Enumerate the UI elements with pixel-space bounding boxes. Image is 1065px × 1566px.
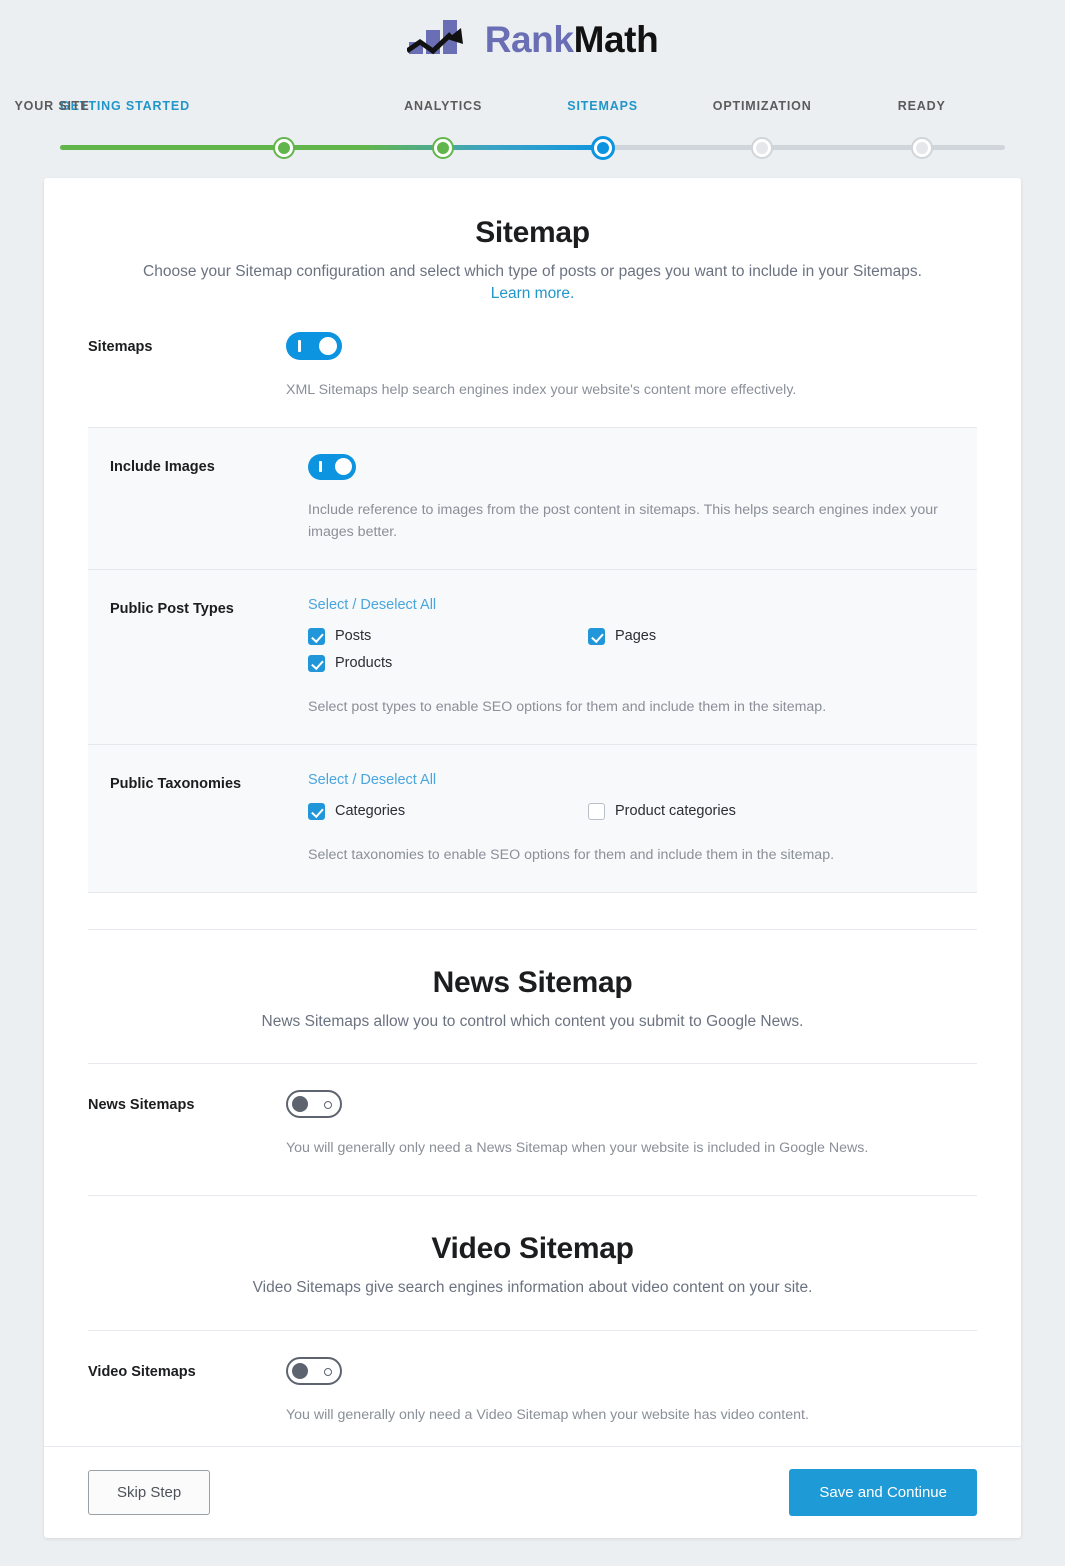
- sitemap-subtitle: Choose your Sitemap configuration and se…: [134, 261, 931, 306]
- section-divider-video: [88, 1195, 977, 1197]
- sitemaps-toggle[interactable]: [286, 331, 342, 360]
- checkbox-posts[interactable]: [308, 627, 325, 645]
- sitemap-section-header: Sitemap Choose your Sitemap configuratio…: [44, 216, 1021, 306]
- news-sitemaps-toggle[interactable]: [286, 1090, 342, 1119]
- sitemaps-description: XML Sitemaps help search engines index y…: [286, 381, 797, 398]
- news-row-divider: [88, 1063, 977, 1065]
- app-header: RankMath: [0, 0, 1065, 70]
- news-sitemaps-row: News Sitemaps You will generally only ne…: [44, 1090, 1021, 1159]
- setup-card: Sitemap Choose your Sitemap configuratio…: [44, 178, 1021, 1538]
- setup-card-body: Sitemap Choose your Sitemap configuratio…: [44, 178, 1021, 1446]
- public-post-types-label: Public Post Types: [110, 600, 234, 617]
- checkbox-label-products: Products: [335, 655, 393, 672]
- learn-more-link[interactable]: Learn more.: [491, 285, 575, 302]
- public-taxonomies-row: Public Taxonomies Select / Deselect All …: [88, 745, 977, 892]
- include-images-field: Include reference to images from the pos…: [308, 453, 955, 543]
- include-images-row: Include Images Include reference to imag…: [88, 428, 977, 570]
- skip-step-button[interactable]: Skip Step: [88, 1470, 211, 1515]
- stepper-track-progress: [60, 145, 611, 150]
- video-sitemaps-field: You will generally only need a Video Sit…: [286, 1356, 977, 1426]
- checkbox-label-categories: Categories: [335, 803, 406, 820]
- public-post-types-description: Select post types to enable SEO options …: [308, 698, 827, 715]
- video-sitemaps-row: Video Sitemaps You will generally only n…: [44, 1356, 1021, 1426]
- include-images-description: Include reference to images from the pos…: [308, 501, 938, 540]
- setup-wizard-stepper: GETTING STARTED YOUR SITE ANALYTICS SITE…: [14, 92, 1013, 162]
- logo-math-text: Math: [573, 18, 659, 60]
- checkbox-label-posts: Posts: [335, 628, 372, 645]
- step-label-optimization[interactable]: OPTIMIZATION: [713, 99, 812, 113]
- video-sitemaps-toggle[interactable]: [286, 1356, 342, 1385]
- sitemaps-row-field: XML Sitemaps help search engines index y…: [286, 331, 977, 401]
- video-sitemaps-description: You will generally only need a Video Sit…: [286, 1406, 809, 1423]
- checkbox-product-categories[interactable]: [588, 802, 605, 820]
- step-node-ready[interactable]: [910, 137, 933, 159]
- rankmath-logo-icon: [406, 20, 463, 55]
- news-sitemap-subtitle: News Sitemaps allow you to control which…: [261, 1012, 804, 1030]
- checkbox-item-product-categories[interactable]: Product categories: [588, 802, 868, 820]
- save-and-continue-button[interactable]: Save and Continue: [789, 1469, 977, 1516]
- checkbox-label-product-categories: Product categories: [615, 803, 736, 820]
- step-label-ready[interactable]: READY: [898, 99, 946, 113]
- sitemaps-row: Sitemaps XML Sitemaps help search engine…: [44, 331, 1021, 401]
- step-label-sitemaps[interactable]: SITEMAPS: [567, 99, 638, 113]
- public-taxonomies-field: Select / Deselect All Categories Product…: [308, 771, 955, 866]
- step-node-analytics[interactable]: [432, 137, 455, 159]
- step-node-optimization[interactable]: [751, 137, 774, 159]
- page-title: Sitemap: [475, 216, 590, 249]
- stepper-labels: GETTING STARTED YOUR SITE ANALYTICS SITE…: [14, 92, 1013, 122]
- step-node-your-site[interactable]: [272, 137, 295, 159]
- rankmath-logo: RankMath: [406, 18, 659, 60]
- post-types-checkbox-group: Posts Pages Products: [308, 627, 868, 682]
- include-images-label: Include Images: [110, 458, 215, 475]
- logo-wordmark: RankMath: [485, 21, 659, 58]
- checkbox-categories[interactable]: [308, 802, 325, 820]
- taxonomies-select-deselect-all-link[interactable]: Select / Deselect All: [308, 772, 436, 788]
- public-post-types-field: Select / Deselect All Posts Pages Produc…: [308, 596, 955, 718]
- setup-card-footer: Skip Step Save and Continue: [44, 1446, 1021, 1538]
- news-sitemaps-description: You will generally only need a News Site…: [286, 1140, 869, 1157]
- post-types-select-deselect-all-link[interactable]: Select / Deselect All: [308, 597, 436, 613]
- checkbox-item-products[interactable]: Products: [308, 654, 588, 672]
- step-node-sitemaps[interactable]: [590, 136, 615, 160]
- stepper-track: [52, 136, 1013, 160]
- public-taxonomies-description: Select taxonomies to enable SEO options …: [308, 846, 835, 863]
- video-row-divider: [88, 1329, 977, 1331]
- checkbox-item-posts[interactable]: Posts: [308, 627, 588, 645]
- step-label-your-site[interactable]: YOUR SITE: [14, 99, 89, 113]
- sitemap-subtitle-text: Choose your Sitemap configuration and se…: [143, 263, 922, 280]
- checkbox-products[interactable]: [308, 654, 325, 672]
- video-sitemaps-label: Video Sitemaps: [88, 1363, 196, 1380]
- public-post-types-row: Public Post Types Select / Deselect All …: [88, 570, 977, 745]
- section-divider-news: [88, 928, 977, 930]
- step-label-analytics[interactable]: ANALYTICS: [404, 99, 482, 113]
- checkbox-label-pages: Pages: [615, 628, 657, 645]
- video-sitemap-subtitle: Video Sitemaps give search engines infor…: [252, 1279, 813, 1297]
- checkbox-item-categories[interactable]: Categories: [308, 802, 588, 820]
- news-sitemap-title: News Sitemap: [432, 965, 633, 999]
- sitemaps-row-label: Sitemaps: [88, 338, 153, 355]
- public-taxonomies-label: Public Taxonomies: [110, 775, 242, 792]
- checkbox-pages[interactable]: [588, 627, 605, 645]
- video-sitemap-title: Video Sitemap: [431, 1232, 634, 1266]
- video-sitemap-section-header: Video Sitemap Video Sitemaps give search…: [44, 1232, 1021, 1299]
- checkbox-item-pages[interactable]: Pages: [588, 627, 868, 645]
- logo-rank-text: Rank: [484, 18, 574, 60]
- include-images-toggle[interactable]: [308, 453, 356, 480]
- news-sitemaps-label: News Sitemaps: [88, 1097, 195, 1114]
- taxonomies-checkbox-group: Categories Product categories: [308, 802, 868, 830]
- news-sitemap-section-header: News Sitemap News Sitemaps allow you to …: [44, 966, 1021, 1033]
- sitemap-options-panel: Include Images Include reference to imag…: [88, 426, 977, 893]
- news-sitemaps-field: You will generally only need a News Site…: [286, 1090, 977, 1159]
